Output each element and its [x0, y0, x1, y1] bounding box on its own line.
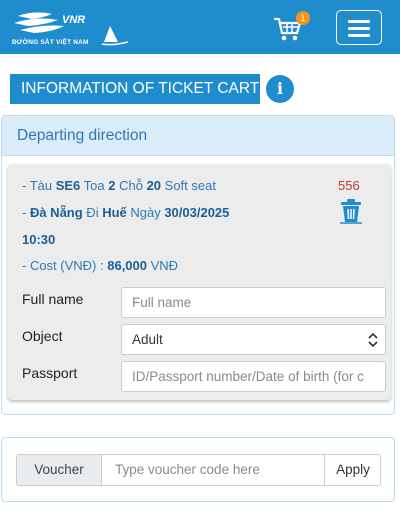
departing-panel: Departing direction - Tàu SE6 Toa 2 Chỗ …: [1, 115, 395, 415]
full-name-label: Full name: [22, 291, 84, 307]
ticket-route-line: - Đà Nẵng Đi Huế Ngày 30/03/2025: [22, 205, 230, 220]
seat-number: 20: [146, 178, 162, 193]
menu-toggle-button[interactable]: [336, 10, 382, 45]
cart-button[interactable]: 1: [273, 11, 313, 44]
apply-voucher-button[interactable]: Apply: [324, 455, 381, 485]
voucher-input-group: Voucher Type voucher code here Apply: [16, 454, 381, 486]
voucher-panel: Voucher Type voucher code here Apply: [1, 437, 395, 502]
page-title: INFORMATION OF TICKET CART: [10, 74, 260, 104]
full-name-input[interactable]: Full name: [121, 287, 386, 318]
passport-label: Passport: [22, 365, 78, 381]
ticket-cost: 86,000: [107, 258, 147, 273]
object-label: Object: [22, 328, 63, 344]
ticket-code: 556: [338, 178, 360, 193]
departure-time: 10:30: [22, 232, 56, 247]
voucher-label: Voucher: [17, 455, 102, 485]
object-selected-value: Adult: [132, 332, 163, 347]
section-title: Departing direction: [2, 116, 394, 156]
train-number: SE6: [55, 178, 81, 193]
ticket-cost-line: - Cost (VNĐ) : 86,000 VNĐ: [22, 258, 179, 273]
ticket-train-line: - Tàu SE6 Toa 2 Chỗ 20 Soft seat: [22, 178, 216, 193]
voucher-input[interactable]: Type voucher code here: [103, 455, 325, 485]
ticket-time-line: 10:30: [22, 232, 55, 247]
passport-input[interactable]: ID/Passport number/Date of birth (for c: [121, 361, 386, 392]
from-station: Đà Nẵng: [29, 205, 83, 220]
object-select[interactable]: Adult: [121, 324, 386, 355]
ticket-card: - Tàu SE6 Toa 2 Chỗ 20 Soft seat - Đà Nẵ…: [8, 164, 391, 400]
travel-date: 30/03/2025: [164, 205, 230, 220]
top-navbar: VNR ĐƯỜNG SẮT VIỆT NAM 1: [0, 0, 400, 54]
cart-count-badge: 1: [296, 11, 310, 25]
select-caret-icon: [368, 332, 378, 348]
vnr-logo[interactable]: VNR ĐƯỜNG SẮT VIỆT NAM: [12, 6, 130, 50]
logo-text: ĐƯỜNG SẮT VIỆT NAM: [12, 39, 89, 46]
trash-icon[interactable]: [338, 198, 364, 224]
info-icon[interactable]: i: [266, 75, 294, 103]
logo-initials: VNR: [62, 14, 85, 26]
to-station: Huế: [102, 205, 127, 220]
